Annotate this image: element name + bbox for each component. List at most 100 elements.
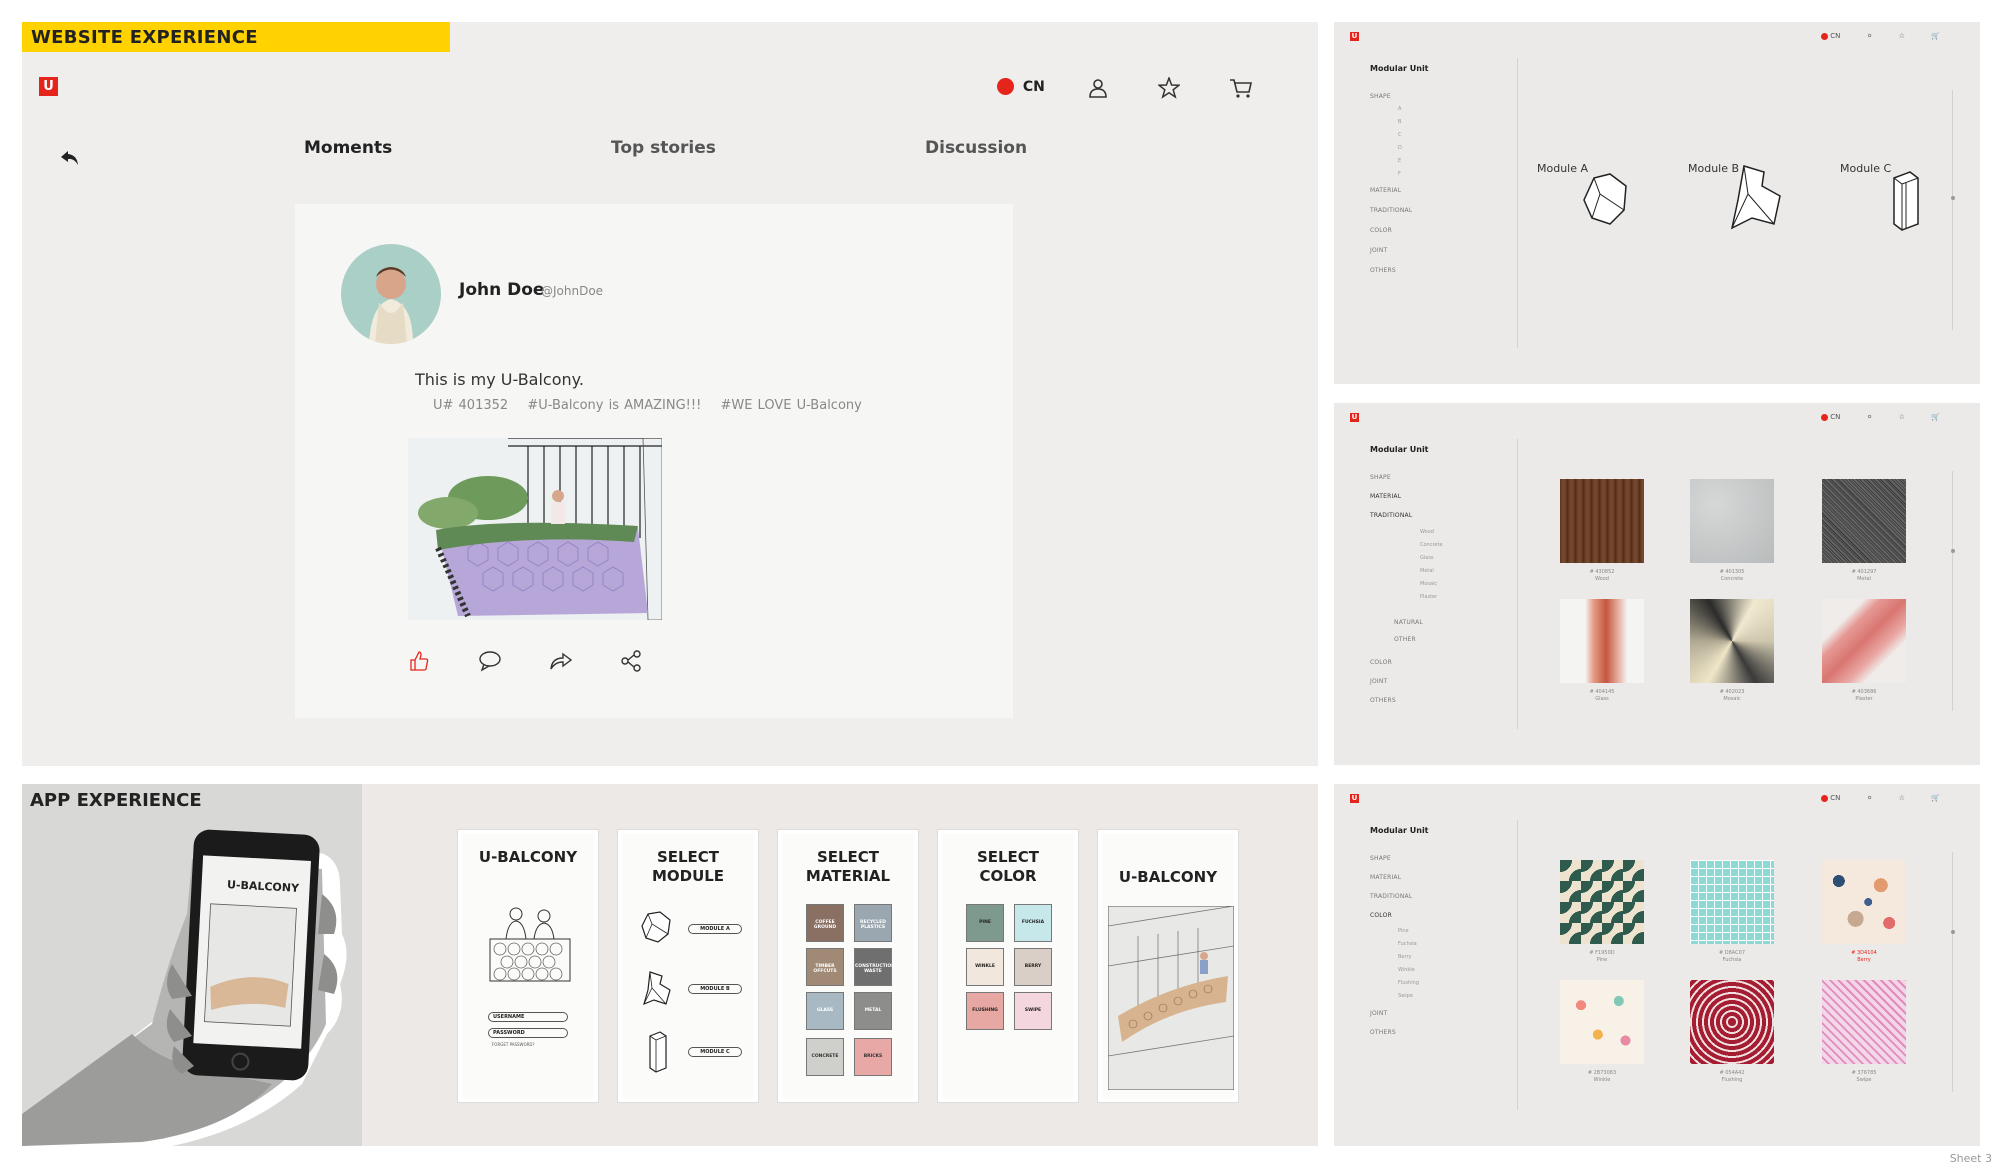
star-icon[interactable] — [1158, 77, 1180, 99]
color-sub[interactable]: Fuchsia — [1398, 941, 1417, 947]
module-b-icon[interactable] — [640, 970, 674, 1008]
menu-shape[interactable]: SHAPE — [1370, 93, 1391, 100]
module-c-icon[interactable] — [1888, 168, 1924, 234]
user-icon[interactable]: ⚪ — [1867, 32, 1873, 40]
color-option[interactable]: FLUSHING — [966, 992, 1004, 1030]
material-tile-concrete[interactable] — [1690, 479, 1774, 563]
material-sub[interactable]: Wood — [1420, 529, 1434, 535]
scroll-track[interactable] — [1952, 852, 1953, 1092]
scroll-indicator[interactable] — [1951, 930, 1955, 934]
tab-top-stories[interactable]: Top stories — [611, 138, 716, 158]
cart-icon[interactable] — [1229, 78, 1253, 98]
brand-logo[interactable]: U — [1350, 32, 1359, 41]
forgot-password-link[interactable]: FORGET PASSWORD? — [492, 1042, 535, 1047]
material-tile-plaster[interactable] — [1822, 599, 1906, 683]
user-icon[interactable]: ⚪ — [1867, 413, 1873, 421]
menu-others[interactable]: OTHERS — [1370, 697, 1396, 704]
post-balcony-image[interactable] — [408, 438, 662, 620]
post-tag[interactable]: #WE LOVE U-Balcony — [720, 398, 861, 413]
material-option[interactable]: RECYCLED PLASTICS — [854, 904, 892, 942]
menu-shape[interactable]: SHAPE — [1370, 474, 1391, 481]
module-c-button[interactable]: MODULE C — [688, 1047, 742, 1057]
color-sub[interactable]: Swipe — [1398, 993, 1413, 999]
material-option[interactable]: BRICKS — [854, 1038, 892, 1076]
china-flag-icon[interactable] — [1821, 32, 1829, 40]
color-tile-berry[interactable] — [1822, 860, 1906, 944]
post-user-handle[interactable]: @JohnDoe — [541, 284, 603, 298]
star-icon[interactable]: ☆ — [1899, 413, 1905, 421]
like-icon[interactable] — [408, 650, 430, 672]
tab-discussion[interactable]: Discussion — [925, 138, 1027, 158]
menu-others[interactable]: OTHERS — [1370, 267, 1396, 274]
shape-sub-e[interactable]: E — [1398, 158, 1401, 164]
menu-joint[interactable]: JOINT — [1370, 247, 1387, 254]
brand-logo[interactable]: U — [39, 77, 58, 96]
menu-traditional[interactable]: TRADITIONAL — [1370, 207, 1412, 214]
cart-icon[interactable]: 🛒 — [1931, 794, 1940, 802]
module-a-icon[interactable] — [1580, 172, 1632, 232]
brand-logo[interactable]: U — [1350, 794, 1359, 803]
material-sub[interactable]: Mosaic — [1420, 581, 1437, 587]
shape-sub-f[interactable]: F — [1398, 171, 1401, 177]
avatar[interactable] — [341, 244, 441, 344]
scroll-track[interactable] — [1952, 471, 1953, 711]
menu-traditional[interactable]: TRADITIONAL — [1370, 512, 1412, 519]
menu-color[interactable]: COLOR — [1370, 227, 1392, 234]
material-tile-wood[interactable] — [1560, 479, 1644, 563]
share-icon[interactable] — [620, 650, 642, 672]
star-icon[interactable]: ☆ — [1899, 794, 1905, 802]
menu-color[interactable]: COLOR — [1370, 659, 1392, 666]
shape-sub-c[interactable]: C — [1398, 132, 1402, 138]
user-icon[interactable]: ⚪ — [1867, 794, 1873, 802]
scroll-indicator[interactable] — [1951, 549, 1955, 553]
menu-traditional[interactable]: TRADITIONAL — [1370, 893, 1412, 900]
color-sub[interactable]: Pine — [1398, 928, 1409, 934]
module-c-label[interactable]: Module C — [1840, 162, 1891, 175]
back-arrow-icon[interactable] — [60, 150, 80, 166]
module-a-icon[interactable] — [640, 910, 674, 946]
star-icon[interactable]: ☆ — [1899, 32, 1905, 40]
cart-icon[interactable]: 🛒 — [1931, 413, 1940, 421]
material-option[interactable]: CONCRETE — [806, 1038, 844, 1076]
color-tile-flushing[interactable] — [1690, 980, 1774, 1064]
shape-sub-b[interactable]: B — [1398, 119, 1401, 125]
material-sub[interactable]: Concrete — [1420, 542, 1443, 548]
color-option[interactable]: SWIPE — [1014, 992, 1052, 1030]
color-sub[interactable]: Flushing — [1398, 980, 1419, 986]
module-b-button[interactable]: MODULE B — [688, 984, 742, 994]
scroll-track[interactable] — [1952, 90, 1953, 330]
menu-material[interactable]: MATERIAL — [1370, 874, 1401, 881]
repost-icon[interactable] — [549, 650, 573, 672]
post-user-name[interactable]: John Doe — [459, 280, 544, 300]
menu-shape[interactable]: SHAPE — [1370, 855, 1391, 862]
material-option[interactable]: COFFEE GROUND — [806, 904, 844, 942]
tab-moments[interactable]: Moments — [304, 138, 392, 158]
module-a-button[interactable]: MODULE A — [688, 924, 742, 934]
user-icon[interactable] — [1088, 78, 1108, 98]
material-option[interactable]: CONSTRUCTION WASTE — [854, 948, 895, 986]
color-tile-pine[interactable] — [1560, 860, 1644, 944]
material-tile-glass[interactable] — [1560, 599, 1644, 683]
material-tile-metal[interactable] — [1822, 479, 1906, 563]
module-b-icon[interactable] — [1724, 162, 1786, 234]
material-sub[interactable]: Plaster — [1420, 594, 1437, 600]
brand-logo[interactable]: U — [1350, 413, 1359, 422]
comment-icon[interactable] — [478, 650, 502, 672]
menu-others[interactable]: OTHERS — [1370, 1029, 1396, 1036]
color-option[interactable]: BERRY — [1014, 948, 1052, 986]
menu-other[interactable]: OTHER — [1394, 636, 1416, 643]
post-tag[interactable]: U# 401352 — [433, 398, 508, 413]
password-field[interactable]: PASSWORD — [488, 1028, 568, 1038]
color-sub[interactable]: Winkle — [1398, 967, 1415, 973]
material-sub[interactable]: Glass — [1420, 555, 1434, 561]
material-option[interactable]: GLASS — [806, 992, 844, 1030]
color-sub[interactable]: Berry — [1398, 954, 1412, 960]
china-flag-icon[interactable] — [1821, 413, 1829, 421]
color-option[interactable]: FUCHSIA — [1014, 904, 1052, 942]
menu-joint[interactable]: JOINT — [1370, 1010, 1387, 1017]
color-option[interactable]: WINKLE — [966, 948, 1004, 986]
color-tile-swipe[interactable] — [1822, 980, 1906, 1064]
color-tile-winkle[interactable] — [1560, 980, 1644, 1064]
material-tile-mosaic[interactable] — [1690, 599, 1774, 683]
material-option[interactable]: TIMBER OFFCUTS — [806, 948, 844, 986]
